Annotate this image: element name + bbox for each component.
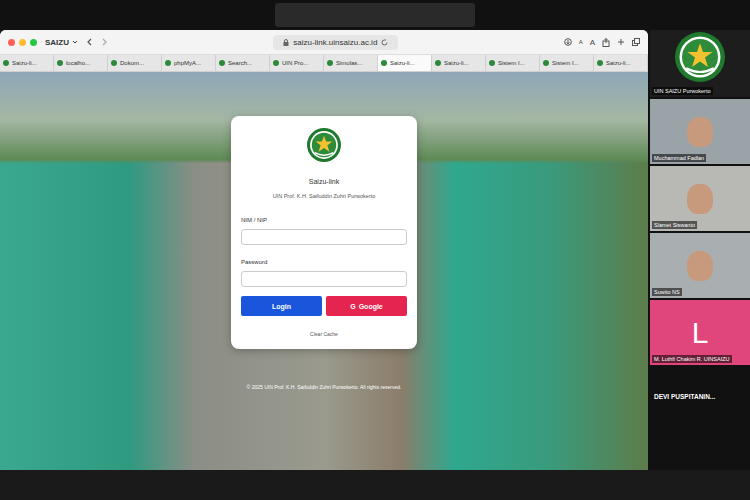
tab-label[interactable]: Simulas... bbox=[336, 60, 362, 66]
window-control-button[interactable] bbox=[19, 39, 26, 46]
favicon-icon bbox=[273, 60, 279, 66]
tab-bar: Saizu-li... localho... Dokum... phpMyA... Se… bbox=[0, 55, 648, 72]
uin-logo-icon bbox=[675, 32, 725, 82]
google-label[interactable]: Google bbox=[359, 303, 383, 310]
new-tab-icon bbox=[617, 38, 625, 46]
google-button[interactable]: G Google bbox=[326, 296, 407, 316]
chevron-down-icon bbox=[72, 39, 78, 45]
text-size-button[interactable]: A bbox=[579, 39, 583, 45]
address-text[interactable]: saizu-link.uinsaizu.ac.id bbox=[293, 38, 377, 47]
participant-name: Muchammad Fadlan bbox=[652, 154, 706, 162]
share-indicator bbox=[275, 3, 475, 27]
meeting-top-bar bbox=[0, 0, 750, 30]
tab-label[interactable]: Search... bbox=[228, 60, 252, 66]
participant-tile[interactable]: UIN SAIZU Purwokerto bbox=[650, 30, 750, 97]
uin-logo-icon bbox=[307, 128, 341, 162]
password-label: Password bbox=[241, 259, 407, 265]
tab-label[interactable]: Saizu-li... bbox=[390, 60, 415, 66]
participant-tile[interactable]: Suwito NS bbox=[650, 233, 750, 298]
tab-label[interactable]: localho... bbox=[66, 60, 90, 66]
share-icon bbox=[602, 38, 610, 47]
participant-name: UIN SAIZU Purwokerto bbox=[652, 87, 713, 95]
logo-wrap bbox=[241, 128, 407, 162]
participant-tile[interactable]: Muchammad Fadlan bbox=[650, 99, 750, 164]
participant-name: Suwito NS bbox=[652, 288, 682, 296]
tab-label[interactable]: UIN Pro... bbox=[282, 60, 308, 66]
participant-video bbox=[687, 251, 713, 281]
favicon-icon bbox=[597, 60, 603, 66]
tab-label[interactable]: Sistem I... bbox=[552, 60, 579, 66]
browser-tab[interactable]: Saizu-li... bbox=[378, 55, 432, 71]
browser-tab[interactable]: Dokum... bbox=[108, 55, 162, 71]
window-control-button[interactable] bbox=[8, 39, 15, 46]
id-input[interactable] bbox=[241, 229, 407, 245]
participant-name: Slamet Siswanto bbox=[652, 221, 697, 229]
participant-panel: UIN SAIZU Purwokerto Muchammad Fadlan Slam… bbox=[648, 30, 750, 470]
shared-browser-window: SAIZUsaizu-link.uinsaizu.ac.idAASaizu-li… bbox=[0, 30, 648, 470]
browser-tab[interactable]: Saizu-li... bbox=[432, 55, 486, 71]
login-card: Saizu-link UIN Prof. K.H. Saifuddin Zuhri… bbox=[231, 116, 417, 349]
tab-label[interactable]: Saizu-li... bbox=[606, 60, 631, 66]
participant-video bbox=[687, 117, 713, 147]
button-row: Login G Google bbox=[241, 296, 407, 316]
tab-label[interactable]: Dokum... bbox=[120, 60, 144, 66]
clear-cache-link[interactable]: Clear Cache bbox=[241, 331, 407, 337]
browser-tab[interactable]: phpMyA... bbox=[162, 55, 216, 71]
tab-overview-icon bbox=[632, 38, 640, 46]
participant-name: DEVI PUSPITANIN... bbox=[650, 367, 750, 400]
download-icon bbox=[564, 38, 572, 46]
participant-tile[interactable]: L M. Luthfi Chakim R. UINSAIZU bbox=[650, 300, 750, 365]
favicon-icon bbox=[381, 60, 387, 66]
text-size-button[interactable]: A bbox=[590, 38, 595, 47]
participant-tile[interactable]: Slamet Siswanto bbox=[650, 166, 750, 231]
address-area: saizu-link.uinsaizu.ac.id bbox=[116, 35, 556, 50]
favicon-icon bbox=[57, 60, 63, 66]
institution-name: UIN Prof. K.H. Saifuddin Zuhri Purwokert… bbox=[241, 193, 407, 199]
tab-label[interactable]: Saizu-li... bbox=[12, 60, 37, 66]
profile-menu[interactable]: SAIZU bbox=[45, 38, 78, 47]
navigation bbox=[86, 38, 108, 46]
password-input[interactable] bbox=[241, 271, 407, 287]
browser-tab[interactable]: Saizu-li... bbox=[0, 55, 54, 71]
browser-tab[interactable]: Simulas... bbox=[324, 55, 378, 71]
address-bar[interactable]: saizu-link.uinsaizu.ac.id bbox=[273, 35, 398, 50]
window-control-button[interactable] bbox=[30, 39, 37, 46]
toolbar-buttons: AA bbox=[564, 38, 640, 47]
profile-name[interactable]: SAIZU bbox=[45, 38, 69, 47]
google-icon: G bbox=[350, 303, 355, 310]
participant-video bbox=[687, 184, 713, 214]
favicon-icon bbox=[543, 60, 549, 66]
participant-name: M. Luthfi Chakim R. UINSAIZU bbox=[652, 355, 732, 363]
favicon-icon bbox=[165, 60, 171, 66]
campus-photo-background: Saizu-link UIN Prof. K.H. Saifuddin Zuhri… bbox=[0, 72, 648, 470]
tab-label[interactable]: Sistem I... bbox=[498, 60, 525, 66]
favicon-icon bbox=[3, 60, 9, 66]
favicon-icon bbox=[111, 60, 117, 66]
reload-icon bbox=[381, 39, 388, 46]
browser-tab[interactable]: Sistem I... bbox=[486, 55, 540, 71]
favicon-icon bbox=[435, 60, 441, 66]
window-controls bbox=[8, 39, 37, 46]
tab-label[interactable]: phpMyA... bbox=[174, 60, 201, 66]
forward-arrow-icon bbox=[100, 38, 108, 46]
favicon-icon bbox=[219, 60, 225, 66]
browser-tab[interactable]: Saizu-li... bbox=[594, 55, 648, 71]
meeting-bottom-bar bbox=[0, 470, 750, 500]
browser-tab[interactable]: Search... bbox=[216, 55, 270, 71]
copyright-footer: © 2025 UIN Prof. K.H. Saifuddin Zuhri Pu… bbox=[0, 384, 648, 390]
favicon-icon bbox=[327, 60, 333, 66]
lock-icon bbox=[283, 39, 289, 46]
meeting-area: SAIZUsaizu-link.uinsaizu.ac.idAASaizu-li… bbox=[0, 30, 750, 470]
id-label: NIM / NIP bbox=[241, 217, 407, 223]
login-button[interactable]: Login bbox=[241, 296, 322, 316]
browser-tab[interactable]: Sistem I... bbox=[540, 55, 594, 71]
browser-tab[interactable]: UIN Pro... bbox=[270, 55, 324, 71]
avatar-initial: L bbox=[692, 316, 709, 350]
browser-toolbar: SAIZUsaizu-link.uinsaizu.ac.idAA bbox=[0, 30, 648, 55]
app-title: Saizu-link bbox=[241, 178, 407, 185]
tab-label[interactable]: Saizu-li... bbox=[444, 60, 469, 66]
back-arrow-icon bbox=[86, 38, 94, 46]
favicon-icon bbox=[489, 60, 495, 66]
browser-tab[interactable]: localho... bbox=[54, 55, 108, 71]
